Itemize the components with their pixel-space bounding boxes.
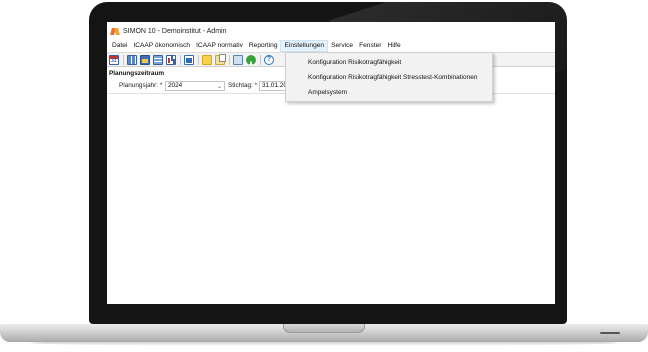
menu-item-konfiguration-rtf[interactable]: Konfiguration Risikotragfähigkeit: [286, 56, 492, 70]
chart-icon[interactable]: [166, 54, 176, 65]
menu-item-konfiguration-stresstest[interactable]: Konfiguration Risikotragfähigkeit Stress…: [286, 71, 492, 85]
table-icon[interactable]: [153, 54, 163, 65]
toolbar-separator: [123, 54, 124, 65]
toolbar-separator: [229, 54, 230, 65]
menu-service[interactable]: Service: [328, 40, 356, 52]
date-value: 31.01.20: [262, 82, 287, 89]
laptop-edge-detail: [600, 332, 620, 334]
simon-app-icon: [111, 27, 120, 36]
year-select[interactable]: 2024 ⌄: [165, 81, 225, 91]
window-title: SIMON 10 - Demoinstitut - Admin: [123, 27, 227, 35]
toolbar-separator: [180, 54, 181, 65]
calendar-icon-label: 31: [111, 57, 117, 64]
menu-icaap-oekonomisch[interactable]: ICAAP ökonomisch: [130, 40, 193, 52]
menu-icaap-normativ[interactable]: ICAAP normativ: [193, 40, 246, 52]
date-label: Stichtag: *: [228, 82, 258, 89]
refresh-icon[interactable]: [246, 54, 256, 65]
laptop-notch: [283, 324, 365, 333]
monitor-icon[interactable]: [233, 54, 243, 65]
calendar-icon[interactable]: 31: [109, 54, 119, 65]
menu-hilfe[interactable]: Hilfe: [384, 40, 403, 52]
laptop-mockup: SIMON 10 - Demoinstitut - Admin Datei IC…: [0, 0, 648, 352]
app-window: SIMON 10 - Demoinstitut - Admin Datei IC…: [107, 22, 555, 304]
menu-item-ampelsystem[interactable]: Ampelsystem: [286, 86, 492, 100]
menu-fenster[interactable]: Fenster: [356, 40, 384, 52]
menu-datei[interactable]: Datei: [109, 40, 130, 52]
help-icon[interactable]: ?: [264, 54, 274, 65]
menu-einstellungen[interactable]: Einstellungen: [280, 40, 329, 52]
toolbar-separator: [260, 54, 261, 65]
report-icon[interactable]: [184, 54, 194, 65]
date-field[interactable]: 31.01.20: [259, 81, 287, 91]
grid-icon[interactable]: [127, 54, 137, 65]
chevron-down-icon[interactable]: ⌄: [217, 83, 222, 90]
toolbar-separator: [198, 54, 199, 65]
note-icon[interactable]: [202, 54, 212, 65]
menu-bar: Datei ICAAP ökonomisch ICAAP normativ Re…: [107, 40, 555, 52]
year-value: 2024: [168, 82, 183, 89]
window-icon[interactable]: [140, 54, 150, 65]
title-bar: SIMON 10 - Demoinstitut - Admin: [107, 22, 555, 40]
menu-reporting[interactable]: Reporting: [246, 40, 281, 52]
year-label: Planungsjahr: *: [119, 82, 163, 89]
copy-icon[interactable]: [215, 53, 226, 65]
einstellungen-dropdown: Konfiguration Risikotragfähigkeit Konfig…: [285, 52, 493, 102]
section-title: Planungszeitraum: [109, 70, 165, 77]
